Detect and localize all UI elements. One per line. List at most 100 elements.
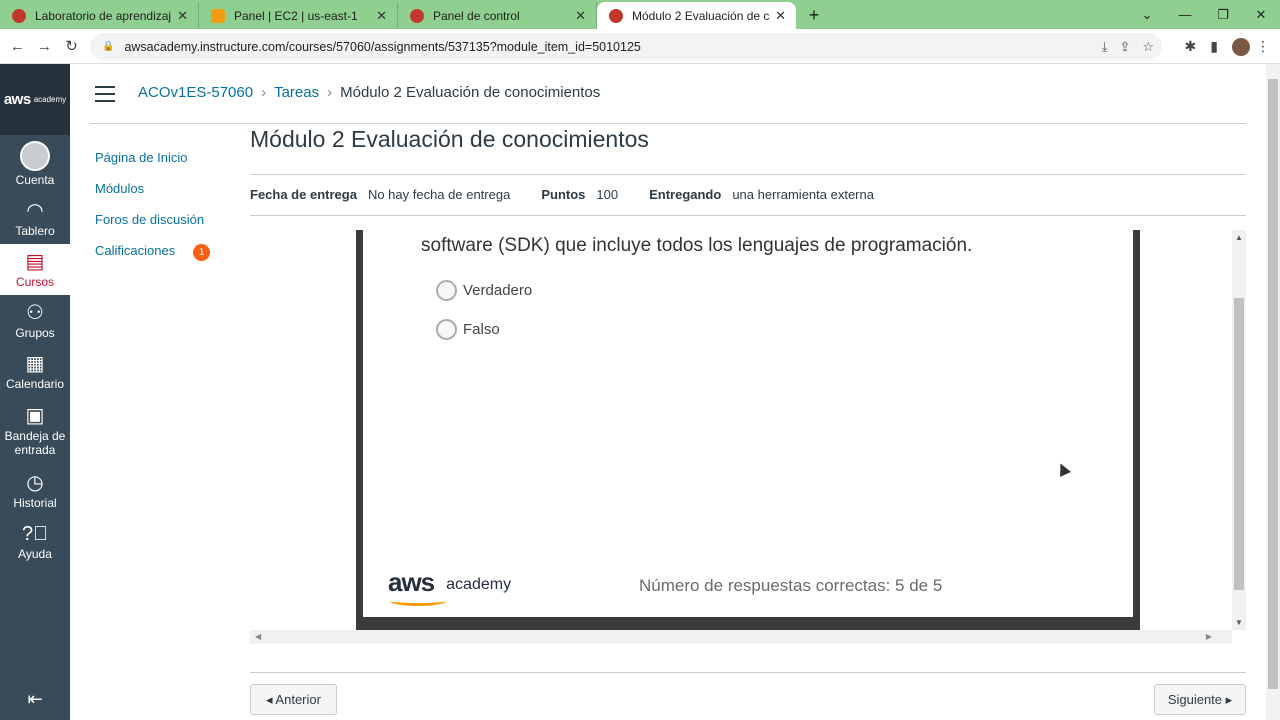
nav-label: Bandeja de entrada (4, 429, 66, 457)
tab-title: Panel de control (433, 8, 520, 23)
nav-label: Historial (13, 495, 57, 510)
radio-button[interactable] (436, 319, 457, 340)
global-nav-history[interactable]: ◷ Historial (0, 465, 70, 516)
lock-icon: 🔒 (102, 41, 115, 52)
close-tab-icon[interactable]: ✕ (177, 8, 188, 24)
scroll-right-icon[interactable]: ▶ (1206, 632, 1212, 641)
due-value: No hay fecha de entrega (367, 187, 511, 202)
window-controls: ⌄ — ❐ ✕ (1128, 0, 1280, 29)
scrollbar-thumb[interactable] (1234, 298, 1244, 590)
tab-title: Módulo 2 Evaluación de conocim (632, 8, 770, 23)
breadcrumb-assignments[interactable]: Tareas (274, 84, 319, 101)
logo-sub: academy (33, 95, 67, 104)
profile-avatar[interactable] (1232, 37, 1250, 56)
dashboard-icon: ◠ (26, 199, 44, 222)
nav-label: Grupos (15, 325, 55, 340)
nav-label: Tablero (15, 223, 55, 238)
breadcrumb-current: Módulo 2 Evaluación de conocimientos (340, 84, 601, 101)
points-value: 100 (596, 187, 619, 202)
history-icon: ◷ (26, 471, 44, 494)
score-text: Número de respuestas correctas: 5 de 5 (639, 576, 943, 595)
tab-title: Panel | EC2 | us-east-1 (234, 8, 358, 23)
tab-favicon-icon (410, 8, 424, 23)
assignment-details: Fecha de entrega No hay fecha de entrega… (250, 187, 874, 202)
course-nav-discussions[interactable]: Foros de discusión (95, 212, 210, 243)
side-panel-icon[interactable]: ▮ (1210, 38, 1218, 55)
install-icon[interactable]: ⤓ (1102, 39, 1108, 55)
close-window-icon[interactable]: ✕ (1242, 7, 1280, 23)
radio-button[interactable] (436, 280, 457, 301)
global-nav-groups[interactable]: ⚇ Grupos (0, 295, 70, 346)
course-nav-grades[interactable]: Calificaciones 1 (95, 243, 211, 274)
collapse-nav-icon[interactable]: ⇤ (0, 689, 70, 710)
logo-sub: academy (446, 576, 512, 593)
browser-tab-lab[interactable]: Laboratorio de aprendizaje ✕ (0, 2, 199, 29)
back-icon[interactable]: ← (4, 38, 31, 55)
option-false[interactable]: Falso (436, 319, 500, 340)
next-button[interactable]: Siguiente ▸ (1154, 684, 1246, 715)
tab-favicon-icon (12, 8, 26, 23)
scroll-left-icon[interactable]: ◀ (255, 632, 261, 641)
course-menu-toggle-icon[interactable] (95, 86, 115, 107)
tab-search-icon[interactable]: ⌄ (1128, 7, 1166, 23)
page-scrollbar[interactable] (1266, 64, 1280, 720)
external-tool-iframe[interactable]: software (SDK) que incluye todos los len… (250, 230, 1246, 645)
close-tab-icon[interactable]: ✕ (775, 8, 786, 24)
bookmark-star-icon[interactable]: ☆ (1142, 39, 1154, 55)
aws-academy-logo[interactable]: aws academy (0, 64, 70, 135)
submitting-label: Entregando (649, 187, 722, 202)
new-tab-icon[interactable]: + (796, 2, 832, 29)
forward-icon[interactable]: → (31, 38, 58, 55)
divider (250, 672, 1246, 673)
nav-label: Calificaciones (95, 243, 176, 258)
question-text: software (SDK) que incluye todos los len… (421, 235, 973, 256)
scroll-down-icon[interactable]: ▼ (1232, 618, 1246, 627)
iframe-horizontal-scrollbar[interactable]: ◀ ▶ (250, 630, 1232, 644)
global-nav-dashboard[interactable]: ◠ Tablero (0, 193, 70, 244)
global-nav-inbox[interactable]: ▣ Bandeja de entrada (0, 397, 70, 465)
restore-icon[interactable]: ❐ (1204, 7, 1242, 23)
close-tab-icon[interactable]: ✕ (376, 8, 387, 24)
logo-brand: aws (3, 91, 31, 108)
global-nav-courses[interactable]: ▤ Cursos (0, 244, 70, 295)
calendar-icon: ▦ (25, 352, 45, 375)
courses-icon: ▤ (25, 250, 45, 273)
aws-academy-quiz-logo: aws academy (388, 567, 512, 606)
browser-tab-panel[interactable]: Panel de control ✕ (398, 2, 597, 29)
inbox-icon: ▣ (25, 405, 45, 427)
share-icon[interactable]: ⇪ (1119, 39, 1130, 55)
iframe-vertical-scrollbar[interactable]: ▲ ▼ (1232, 230, 1246, 630)
course-nav-modules[interactable]: Módulos (95, 181, 210, 212)
browser-menu-icon[interactable]: ⋮ (1256, 38, 1270, 55)
scrollbar-thumb[interactable] (1268, 79, 1278, 689)
grades-count-badge: 1 (193, 244, 211, 261)
reload-icon[interactable]: ↻ (58, 37, 85, 55)
extensions-icon[interactable]: ✱ (1185, 38, 1197, 55)
url-text: awsacademy.instructure.com/courses/57060… (124, 39, 641, 54)
points-label: Puntos (541, 187, 586, 202)
close-tab-icon[interactable]: ✕ (575, 8, 586, 24)
breadcrumb-course[interactable]: ACOv1ES-57060 (138, 84, 253, 101)
option-true[interactable]: Verdadero (436, 280, 532, 301)
logo-brand: aws (388, 567, 435, 597)
browser-tab-quiz[interactable]: Módulo 2 Evaluación de conocim ✕ (597, 2, 796, 29)
option-label: Verdadero (463, 282, 533, 299)
option-label: Falso (463, 321, 500, 338)
due-label: Fecha de entrega (250, 187, 357, 202)
nav-label: Cursos (15, 274, 54, 289)
global-nav-account[interactable]: Cuenta (0, 135, 70, 193)
previous-button[interactable]: ◂ Anterior (250, 684, 337, 715)
global-nav-help[interactable]: ?⃝ Ayuda (0, 516, 70, 567)
nav-label: Calendario (5, 376, 65, 391)
minimize-icon[interactable]: — (1166, 7, 1204, 22)
browser-tab-ec2[interactable]: Panel | EC2 | us-east-1 ✕ (199, 2, 398, 29)
aws-smile-icon (390, 596, 446, 606)
course-nav-home[interactable]: Página de Inicio (95, 150, 210, 181)
divider (90, 123, 1246, 124)
global-navigation: aws academy Cuenta ◠ Tablero ▤ Cursos ⚇ … (0, 64, 70, 720)
address-bar[interactable]: 🔒 awsacademy.instructure.com/courses/570… (90, 33, 1162, 60)
page-title: Módulo 2 Evaluación de conocimientos (250, 126, 649, 152)
global-nav-calendar[interactable]: ▦ Calendario (0, 346, 70, 397)
submitting-value: una herramienta externa (732, 187, 874, 202)
scroll-up-icon[interactable]: ▲ (1232, 233, 1246, 242)
